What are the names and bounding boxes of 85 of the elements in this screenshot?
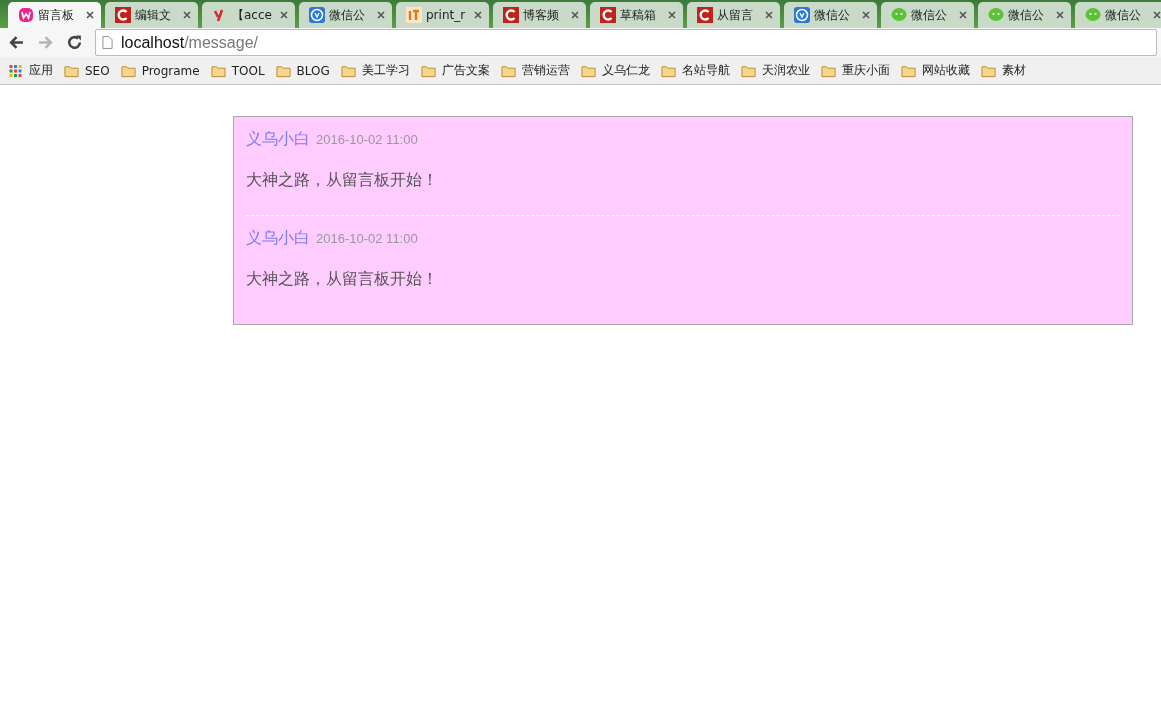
browser-tab[interactable]: 从留言 [687, 2, 780, 28]
chat-bubble-icon [891, 7, 907, 23]
close-icon[interactable] [279, 10, 289, 20]
folder-icon [580, 63, 596, 78]
bookmark[interactable]: 义乌仁龙 [580, 62, 650, 79]
close-icon[interactable] [182, 10, 192, 20]
message-time: 2016-10-02 11:00 [316, 132, 418, 147]
bookmark[interactable]: 名站导航 [660, 62, 730, 79]
tab-title: 草稿箱 [620, 6, 657, 24]
close-icon[interactable] [667, 10, 677, 20]
tab-title: 留言板 [38, 6, 75, 24]
bookmark[interactable]: BLOG [275, 63, 330, 78]
tab-title: 编辑文 [135, 6, 172, 24]
folder-icon [120, 63, 136, 78]
bookmark[interactable]: 重庆小面 [820, 62, 890, 79]
browser-tab[interactable]: 微信公 [978, 2, 1071, 28]
circle-logo-icon [794, 7, 810, 23]
close-icon[interactable] [764, 10, 774, 20]
c-logo-icon [115, 7, 131, 23]
circle-logo-icon [309, 7, 325, 23]
close-icon[interactable] [861, 10, 871, 20]
tab-title: 微信公 [329, 6, 366, 24]
folder-icon [275, 63, 291, 78]
bookmark[interactable]: 素材 [980, 62, 1026, 79]
close-icon[interactable] [958, 10, 968, 20]
bookmark[interactable]: 应用 [8, 62, 53, 79]
browser-tab[interactable]: 留言板 [8, 2, 101, 28]
tab-title: 微信公 [814, 6, 851, 24]
browser-tab[interactable]: 微信公 [299, 2, 392, 28]
message-text: 大神之路，从留言板开始！ [246, 269, 439, 290]
close-icon[interactable] [1055, 10, 1065, 20]
browser-tab[interactable]: 草稿箱 [590, 2, 683, 28]
message-text: 大神之路，从留言板开始！ [246, 170, 439, 191]
tab-title: 微信公 [1105, 6, 1142, 24]
bookmark[interactable]: 广告文案 [420, 62, 490, 79]
browser-tab[interactable]: 微信公 [784, 2, 877, 28]
folder-icon [660, 63, 676, 78]
folder-icon [210, 63, 226, 78]
browser-tab[interactable]: 博客频 [493, 2, 586, 28]
browser-tab[interactable]: 微信公 [1075, 2, 1161, 28]
bookmark[interactable]: 美工学习 [340, 62, 410, 79]
page-icon [102, 36, 113, 49]
chat-bubble-icon [1085, 7, 1101, 23]
c-logo-icon [600, 7, 616, 23]
c-logo-icon [697, 7, 713, 23]
it-logo-icon [406, 7, 422, 23]
folder-icon [900, 63, 916, 78]
bookmark[interactable]: 天润农业 [740, 62, 810, 79]
close-icon[interactable] [473, 10, 483, 20]
folder-icon [340, 63, 356, 78]
apps-grid-icon [8, 63, 23, 78]
author-name: 义乌小白 [246, 129, 310, 150]
tab-title: print_r [426, 8, 467, 22]
reload-icon[interactable] [66, 34, 83, 51]
folder-icon [820, 63, 836, 78]
close-icon[interactable] [85, 10, 95, 20]
folder-icon [64, 63, 79, 78]
address-bar[interactable]: localhost/message/ [95, 29, 1157, 56]
back-arrow-icon[interactable] [8, 34, 25, 51]
chat-bubble-icon [988, 7, 1004, 23]
w-logo-icon [18, 7, 34, 23]
tab-title: 微信公 [911, 6, 948, 24]
folder-icon [500, 63, 516, 78]
browser-tab[interactable]: 编辑文 [105, 2, 198, 28]
close-icon[interactable] [570, 10, 580, 20]
folder-icon [980, 63, 996, 78]
close-icon[interactable] [376, 10, 386, 20]
message-time: 2016-10-02 11:00 [316, 231, 418, 246]
tab-title: 博客频 [523, 6, 560, 24]
bookmark[interactable]: Programe [120, 63, 200, 78]
tab-title: 从留言 [717, 6, 754, 24]
close-icon[interactable] [1152, 10, 1161, 20]
author-name: 义乌小白 [246, 228, 310, 249]
folder-icon [740, 63, 756, 78]
browser-tab[interactable]: 【acce [202, 2, 295, 28]
folder-icon [420, 63, 436, 78]
bookmark[interactable]: 营销运营 [500, 62, 570, 79]
tab-title: 微信公 [1008, 6, 1045, 24]
c-logo-icon [503, 7, 519, 23]
bookmark[interactable]: SEO [64, 63, 110, 78]
bookmark[interactable]: TOOL [210, 63, 265, 78]
tab-title: 【acce [232, 6, 273, 24]
browser-tab[interactable]: print_r [396, 2, 489, 28]
browser-tab[interactable]: 微信公 [881, 2, 974, 28]
bookmark[interactable]: 网站收藏 [900, 62, 970, 79]
